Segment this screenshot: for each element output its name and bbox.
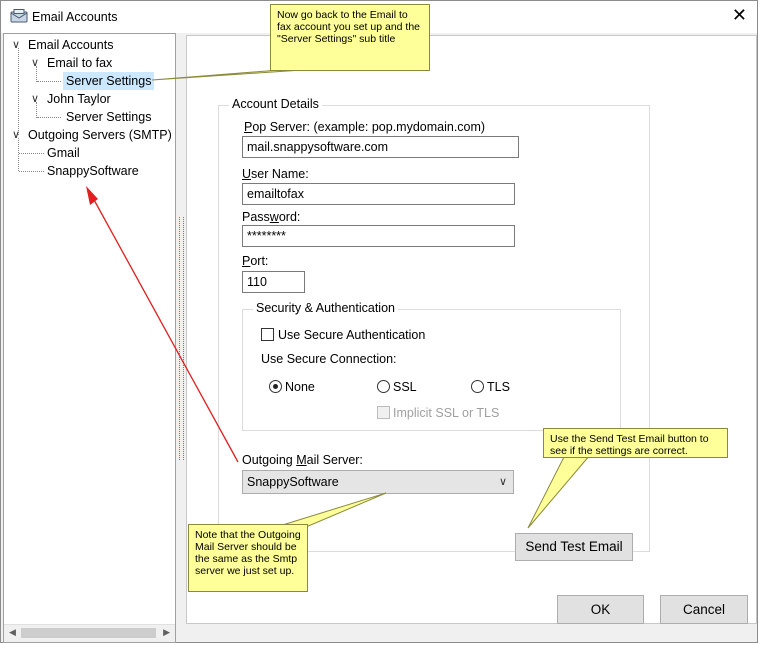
secure-auth-checkbox[interactable]	[261, 328, 274, 341]
radio-ssl[interactable]	[377, 380, 390, 393]
email-accounts-window: Email Accounts ✕ ∨ Email Accounts ∨ Emai…	[0, 0, 758, 643]
secure-auth-label: Use Secure Authentication	[278, 328, 426, 342]
outgoing-mail-server-select[interactable]: SnappySoftware ∨	[242, 470, 514, 494]
email-accounts-app-icon	[10, 9, 28, 23]
cancel-button[interactable]: Cancel	[660, 595, 748, 624]
tree-item-john-taylor[interactable]: ∨ John Taylor	[4, 90, 174, 108]
pop-server-input[interactable]: mail.snappysoftware.com	[242, 136, 519, 158]
tree-item-email-accounts[interactable]: ∨ Email Accounts	[4, 36, 174, 54]
tree-item-snappysoftware[interactable]: SnappySoftware	[4, 162, 174, 180]
scroll-right-icon[interactable]: ▶	[163, 627, 170, 638]
radio-tls-label: TLS	[487, 380, 510, 394]
password-label: Password:	[242, 210, 301, 224]
callout-outgoing-note: Note that the Outgoing Mail Server shoul…	[188, 524, 308, 592]
ok-button[interactable]: OK	[557, 595, 644, 624]
password-input[interactable]: ********	[242, 225, 515, 247]
splitter-grip[interactable]	[179, 217, 184, 460]
callout-go-back: Now go back to the Email to fax account …	[270, 4, 430, 71]
user-name-label: User Name:	[242, 167, 309, 181]
panel-splitter[interactable]	[177, 217, 184, 460]
chevron-down-icon[interactable]: ∨	[12, 126, 22, 144]
outgoing-mail-server-value: SnappySoftware	[247, 475, 339, 489]
radio-none[interactable]	[269, 380, 282, 393]
tree-item-server-settings[interactable]: Server Settings	[4, 108, 174, 126]
scroll-left-icon[interactable]: ◀	[9, 627, 16, 638]
tree-horizontal-scrollbar[interactable]: ◀ ▶	[4, 624, 175, 642]
implicit-ssl-label: Implicit SSL or TLS	[393, 406, 500, 420]
tree-item-outgoing-servers[interactable]: ∨ Outgoing Servers (SMTP)	[4, 126, 175, 144]
secure-connection-label: Use Secure Connection:	[261, 352, 397, 366]
radio-none-label: None	[285, 380, 315, 394]
chevron-down-icon[interactable]: ∨	[499, 474, 507, 490]
chevron-down-icon[interactable]: ∨	[12, 36, 22, 54]
implicit-ssl-checkbox[interactable]	[377, 406, 390, 419]
chevron-down-icon[interactable]: ∨	[31, 54, 41, 72]
account-details-legend: Account Details	[229, 97, 322, 111]
tree-item-gmail[interactable]: Gmail	[4, 144, 174, 162]
chevron-down-icon[interactable]: ∨	[31, 90, 41, 108]
radio-ssl-label: SSL	[393, 380, 417, 394]
close-icon[interactable]: ✕	[732, 6, 747, 24]
window-title: Email Accounts	[32, 10, 118, 24]
tree-item-server-settings-selected[interactable]: Server Settings	[4, 72, 174, 90]
port-label: Port:	[242, 254, 269, 268]
tree-item-email-to-fax[interactable]: ∨ Email to fax	[4, 54, 174, 72]
scrollbar-thumb[interactable]	[21, 628, 156, 638]
pop-server-label: Pop Server: (example: pop.mydomain.com)	[244, 120, 486, 134]
user-name-input[interactable]: emailtofax	[242, 183, 515, 205]
callout-send-test: Use the Send Test Email button to see if…	[543, 428, 728, 458]
send-test-email-button[interactable]: Send Test Email	[515, 533, 633, 561]
outgoing-mail-server-label: Outgoing Mail Server:	[242, 453, 363, 467]
port-input[interactable]: 110	[242, 271, 305, 293]
radio-tls[interactable]	[471, 380, 484, 393]
security-legend: Security & Authentication	[253, 301, 398, 315]
accounts-tree[interactable]: ∨ Email Accounts ∨ Email to fax Server S…	[3, 33, 176, 643]
